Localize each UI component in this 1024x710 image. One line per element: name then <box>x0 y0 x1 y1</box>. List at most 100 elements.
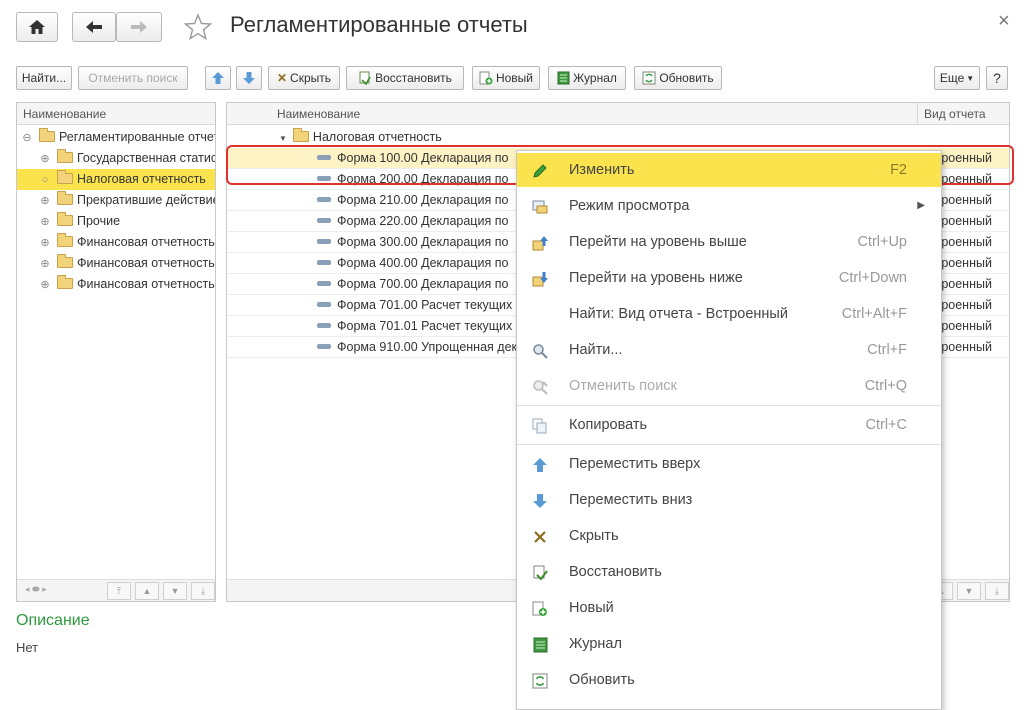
menu-item[interactable]: Скрыть <box>517 519 941 553</box>
menu-item-label: Обновить <box>569 672 635 688</box>
menu-item-label: Копировать <box>569 417 648 433</box>
journal-icon <box>557 71 570 85</box>
group-label: Налоговая отчетность <box>312 130 442 144</box>
more-menu-button[interactable]: Еще ▼ <box>934 66 980 90</box>
report-icon <box>317 302 331 307</box>
list-scroll-bottom-button[interactable]: ⤓ <box>985 582 1009 600</box>
menu-item[interactable]: Журнал <box>517 627 941 661</box>
move-up-button[interactable] <box>205 66 231 90</box>
tree-item[interactable]: ○ Налоговая отчетность <box>17 169 215 190</box>
tree-item[interactable]: ⊕ Финансовая отчетность <box>17 253 215 274</box>
menu-item-label: Скрыть <box>569 528 619 544</box>
find-button[interactable]: Найти... <box>16 66 72 90</box>
folder-icon <box>39 128 55 142</box>
help-button[interactable]: ? <box>986 66 1008 90</box>
menu-item[interactable]: Копировать Ctrl+C <box>517 408 941 442</box>
tree-item[interactable]: ⊕ Финансовая отчетность <box>17 274 215 295</box>
back-button[interactable] <box>72 12 116 42</box>
forward-button[interactable] <box>116 12 162 42</box>
menu-item-label: Новый <box>569 600 614 616</box>
menu-item[interactable]: Новый <box>517 591 941 625</box>
arrow-right-icon <box>131 21 147 33</box>
list-type-header[interactable]: Вид отчета <box>917 103 1009 125</box>
cancel-search-button[interactable]: Отменить поиск <box>78 66 188 90</box>
group-row[interactable]: ▼ Налоговая отчетность <box>227 127 1009 148</box>
groups-tree-panel: Наименование ⊖ Регламентированные отчеты ⊕… <box>16 102 216 602</box>
tree-expander-icon[interactable]: ⊕ <box>39 212 51 232</box>
tree-expander-icon[interactable]: ⊖ <box>21 128 33 148</box>
menu-item[interactable]: Перейти на уровень выше Ctrl+Up <box>517 225 941 259</box>
menu-item[interactable]: Отменить поиск Ctrl+Q <box>517 369 941 403</box>
list-name-header[interactable]: Наименование <box>227 103 917 125</box>
menu-item-shortcut: Ctrl+Alt+F <box>841 306 907 322</box>
refresh-button[interactable]: Обновить <box>634 66 722 90</box>
tree-item[interactable]: ⊕ Государственная статистика <box>17 148 215 169</box>
close-icon[interactable]: × <box>998 10 1010 33</box>
tree-expander-icon[interactable]: ⊕ <box>39 149 51 169</box>
menu-item-shortcut: Ctrl+Up <box>857 234 907 250</box>
menu-item-label: Переместить вниз <box>569 492 693 508</box>
tree-item[interactable]: ⊕ Прочие <box>17 211 215 232</box>
menu-item[interactable]: Переместить вверх <box>517 447 941 481</box>
menu-item-label: Отменить поиск <box>569 378 677 394</box>
collapse-arrow-icon: ▼ <box>279 134 287 143</box>
menu-item[interactable]: Изменить F2 <box>517 153 941 187</box>
report-icon <box>317 197 331 202</box>
restore-button-label: Восстановить <box>375 71 452 85</box>
scroll-down-button[interactable]: ▼ <box>163 582 187 600</box>
chevron-down-icon: ▼ <box>966 73 975 83</box>
tree-bottom-bar: ◂ ⬬ ▸ ⤒ ▲ ▼ ⤓ <box>17 579 215 601</box>
horizontal-scroll-indicator[interactable]: ◂ ⬬ ▸ <box>25 584 47 595</box>
favorite-star-icon[interactable] <box>183 13 213 46</box>
copy-icon <box>531 417 549 435</box>
new-button[interactable]: Новый <box>472 66 540 90</box>
menu-item-label: Переместить вверх <box>569 456 701 472</box>
description-value: Нет <box>16 640 39 655</box>
arrow-left-icon <box>86 21 102 33</box>
refresh-icon <box>642 71 656 85</box>
cancel-search-icon <box>531 378 549 396</box>
home-icon <box>29 20 45 34</box>
tree-expander-icon[interactable]: ⊕ <box>39 191 51 211</box>
journal-button[interactable]: Журнал <box>548 66 626 90</box>
refresh-button-label: Обновить <box>659 71 714 85</box>
tree-item[interactable]: ⊖ Регламентированные отчеты <box>17 127 215 148</box>
report-icon <box>317 260 331 265</box>
menu-item-label: Изменить <box>569 162 635 178</box>
move-down-button[interactable] <box>236 66 262 90</box>
report-name-cell: Форма 701.00 Расчет текущих <box>337 298 513 312</box>
folder-icon <box>57 254 73 268</box>
menu-item[interactable]: Восстановить <box>517 555 941 589</box>
home-button[interactable] <box>16 12 58 42</box>
menu-item-label: Найти: Вид отчета - Встроенный <box>569 306 788 322</box>
tree-expander-icon[interactable]: ○ <box>39 170 51 190</box>
scroll-top-button[interactable]: ⤒ <box>107 582 131 600</box>
new-button-label: Новый <box>495 71 534 85</box>
menu-item[interactable]: Переместить вниз <box>517 483 941 517</box>
list-scroll-down-button[interactable]: ▼ <box>957 582 981 600</box>
report-name-cell: Форма 200.00 Декларация по <box>337 172 509 186</box>
menu-item-shortcut: Ctrl+Q <box>864 378 907 394</box>
move-up-icon <box>531 456 549 474</box>
hide-x-icon <box>531 528 549 546</box>
menu-item[interactable]: Найти... Ctrl+F <box>517 333 941 367</box>
tree-item-label: Прочие <box>77 214 121 228</box>
menu-item[interactable]: Режим просмотра ▶ <box>517 189 941 223</box>
tree-item[interactable]: ⊕ Финансовая отчетность <box>17 232 215 253</box>
submenu-arrow-icon: ▶ <box>917 200 925 211</box>
menu-item[interactable]: Найти: Вид отчета - Встроенный Ctrl+Alt+F <box>517 297 941 331</box>
report-icon <box>317 281 331 286</box>
tree-expander-icon[interactable]: ⊕ <box>39 254 51 274</box>
hide-button[interactable]: ✕ Скрыть <box>268 66 340 90</box>
menu-item[interactable]: Перейти на уровень ниже Ctrl+Down <box>517 261 941 295</box>
view-mode-icon <box>531 198 549 216</box>
folder-icon <box>57 191 73 205</box>
scroll-bottom-button[interactable]: ⤓ <box>191 582 215 600</box>
scroll-up-button[interactable]: ▲ <box>135 582 159 600</box>
tree-item[interactable]: ⊕ Прекратившие действие <box>17 190 215 211</box>
report-name-cell: Форма 300.00 Декларация по <box>337 235 509 249</box>
restore-button[interactable]: Восстановить <box>346 66 464 90</box>
tree-expander-icon[interactable]: ⊕ <box>39 233 51 253</box>
tree-expander-icon[interactable]: ⊕ <box>39 275 51 295</box>
groups-tree-header: Наименование <box>17 103 215 125</box>
